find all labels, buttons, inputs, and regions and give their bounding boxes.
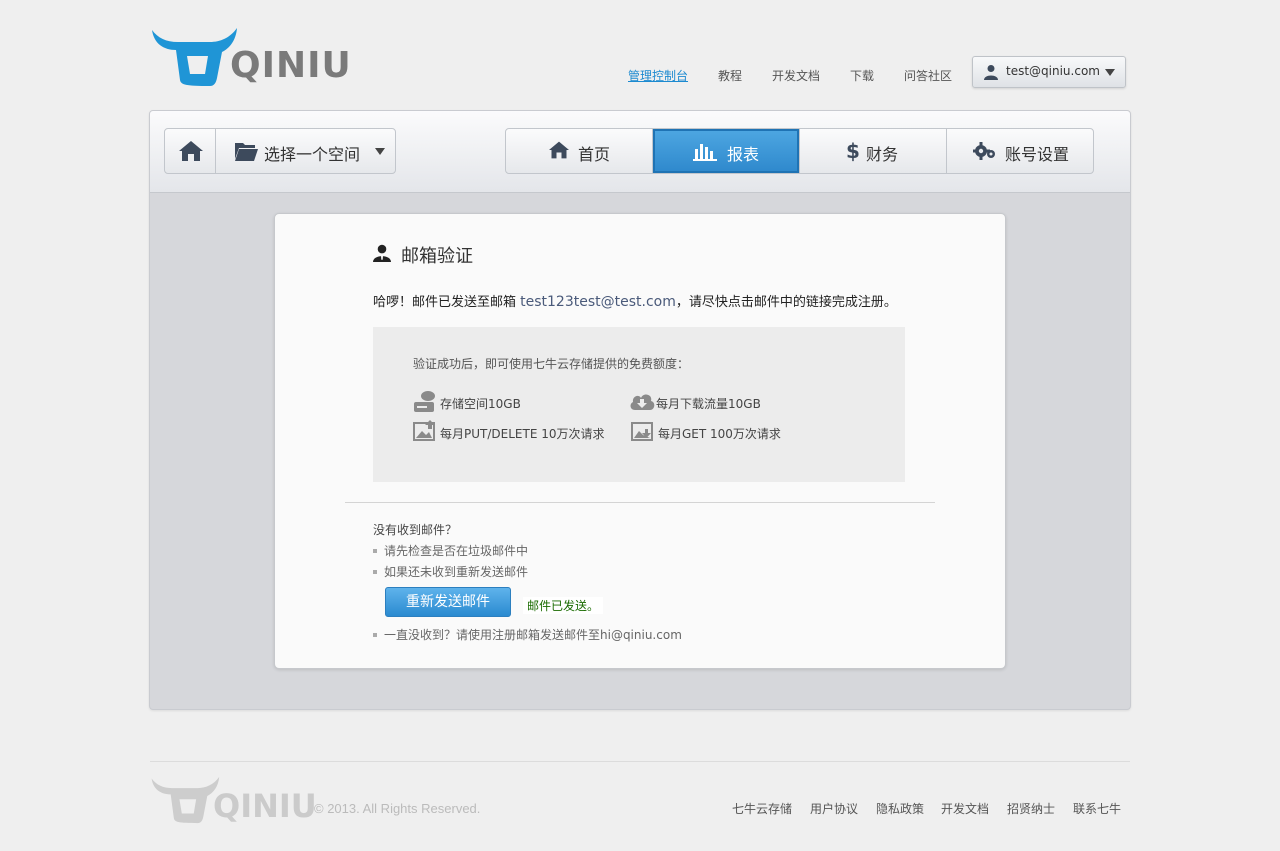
footer-link[interactable]: 七牛云存储	[732, 800, 792, 817]
folder-open-icon	[235, 143, 258, 161]
tab-account-settings[interactable]: 账号设置	[947, 129, 1093, 173]
tab-finance-label: 财务	[866, 145, 899, 164]
topnav-docs[interactable]: 开发文档	[772, 67, 820, 85]
help-item-text: 如果还未收到重新发送邮件	[384, 565, 529, 579]
chevron-down-icon	[375, 148, 385, 155]
quota-item-label: 每月PUT/DELETE 10万次请求	[440, 427, 605, 441]
divider	[345, 502, 935, 503]
message-prefix: 哈啰！邮件已发送至邮箱	[373, 295, 521, 310]
gear-icon	[973, 142, 995, 160]
space-selector-group: 选择一个空间	[164, 128, 396, 174]
page-title-text: 邮箱验证	[401, 246, 473, 267]
topnav-console[interactable]: 管理控制台	[628, 67, 688, 85]
qiniu-logo-mark	[151, 776, 220, 824]
tab-reports-label: 报表	[727, 145, 760, 164]
topnav-download[interactable]: 下载	[850, 67, 874, 85]
footer-link[interactable]: 用户协议	[810, 800, 858, 817]
quota-item-label: 存储空间10GB	[440, 397, 521, 411]
resend-email-button[interactable]: 重新发送邮件	[385, 587, 511, 617]
home-icon	[549, 141, 569, 159]
help-item: 如果还未收到重新发送邮件	[373, 563, 528, 580]
footer-link[interactable]: 招贤纳士	[1007, 800, 1055, 817]
tab-home-label: 首页	[578, 145, 611, 164]
user-icon	[984, 65, 998, 80]
storage-icon	[414, 391, 435, 412]
space-select-label: 选择一个空间	[264, 145, 361, 164]
main-tabs: 首页 报表 $ 财务 账号设置	[505, 128, 1094, 174]
home-icon	[179, 141, 203, 161]
cloud-download-icon	[630, 394, 655, 410]
quota-item-label: 每月下载流量10GB	[656, 397, 761, 411]
user-email: test@qiniu.com	[1006, 64, 1100, 78]
quota-item-label: 每月GET 100万次请求	[658, 427, 781, 441]
message-suffix: ，请尽快点击邮件中的链接完成注册。	[675, 295, 897, 310]
main-panel: 选择一个空间 首页 报表 $ 财务 账号设置 邮箱验证 哈啰！邮件已发送至邮箱 …	[149, 110, 1131, 710]
qiniu-logo-mark	[152, 28, 237, 86]
free-quota-box: 验证成功后，即可使用七牛云存储提供的免费额度： 存储空间10GB 每月下载流量1…	[373, 327, 905, 482]
chevron-down-icon	[1105, 69, 1115, 76]
space-select-dropdown[interactable]: 选择一个空间	[216, 129, 395, 173]
contact-note: 一直没收到？请使用注册邮箱发送邮件至hi@qiniu.com	[373, 626, 682, 643]
help-title: 没有收到邮件？	[373, 523, 458, 537]
topnav-community[interactable]: 问答社区	[904, 67, 952, 85]
footer-logo: QINIU	[150, 774, 317, 828]
footer-divider	[150, 761, 1130, 762]
quota-title: 验证成功后，即可使用七牛云存储提供的免费额度：	[413, 357, 690, 371]
email-verification-card: 邮箱验证 哈啰！邮件已发送至邮箱 test123test@test.com，请尽…	[274, 213, 1006, 669]
qiniu-logo-text: QINIU	[230, 45, 352, 86]
help-item: 请先检查是否在垃圾邮件中	[373, 542, 528, 559]
qiniu-logo[interactable]: QINIU	[150, 26, 351, 88]
home-button[interactable]	[165, 129, 216, 173]
image-download-icon	[631, 422, 653, 441]
tab-reports[interactable]: 报表	[653, 129, 800, 173]
tab-finance[interactable]: $ 财务	[800, 129, 947, 173]
footer-link[interactable]: 开发文档	[941, 800, 989, 817]
tab-account-settings-label: 账号设置	[1005, 145, 1070, 164]
dollar-icon: $	[846, 139, 860, 163]
help-item-text: 请先检查是否在垃圾邮件中	[384, 544, 529, 558]
topnav-tutorials[interactable]: 教程	[718, 67, 742, 85]
tab-home[interactable]: 首页	[506, 129, 653, 173]
copyright: © 2013. All Rights Reserved.	[314, 801, 481, 816]
page-title: 邮箱验证	[373, 242, 473, 268]
footer-link[interactable]: 联系七牛	[1073, 800, 1121, 817]
footer-link[interactable]: 隐私政策	[876, 800, 924, 817]
sent-status: 邮件已发送。	[523, 597, 604, 614]
image-upload-icon	[413, 420, 435, 441]
user-menu-button[interactable]: test@qiniu.com	[972, 56, 1126, 88]
bar-chart-icon	[693, 144, 717, 161]
toolbar: 选择一个空间 首页 报表 $ 财务 账号设置	[150, 111, 1130, 193]
footer-logo-text: QINIU	[213, 787, 317, 825]
verification-message: 哈啰！邮件已发送至邮箱 test123test@test.com，请尽快点击邮件…	[373, 291, 897, 310]
contact-note-text: 一直没收到？请使用注册邮箱发送邮件至hi@qiniu.com	[384, 628, 682, 642]
registered-email: test123test@test.com	[520, 294, 676, 310]
